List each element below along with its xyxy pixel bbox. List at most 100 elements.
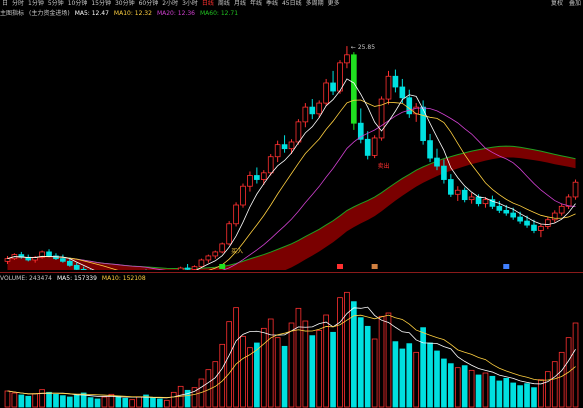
period-tab[interactable]: 更多	[326, 0, 342, 8]
candle-body	[572, 181, 579, 198]
candle-body	[385, 75, 392, 100]
volume-value: VOLUME: 243474	[0, 275, 52, 282]
candle-body	[434, 157, 440, 167]
volume-bar	[170, 391, 177, 408]
buy-signal-label: 买入	[231, 247, 243, 255]
volume-bar	[475, 374, 482, 408]
period-tab[interactable]: 45日线	[280, 0, 304, 8]
volume-bar	[406, 343, 413, 408]
candle-body	[205, 255, 212, 261]
volume-bar	[344, 291, 350, 408]
overlay-button[interactable]: 叠加	[569, 0, 581, 8]
candle-body	[254, 175, 260, 180]
period-tab[interactable]: 5分钟	[46, 0, 66, 8]
volume-bar	[11, 392, 18, 408]
candle-body	[212, 251, 219, 257]
volume-bar	[73, 394, 80, 408]
volume-bar	[524, 383, 530, 408]
fuquan-button[interactable]: 复权	[551, 0, 563, 8]
volume-bar	[150, 397, 156, 408]
volume-bar	[454, 367, 461, 408]
panel-divider	[0, 272, 583, 273]
volume-bar	[399, 348, 406, 408]
period-tab[interactable]: 周线	[216, 0, 232, 8]
volume-bar	[427, 342, 433, 408]
candle-body	[531, 224, 537, 231]
candle-body	[448, 179, 454, 195]
candle-body	[475, 196, 482, 205]
candle-body	[364, 138, 371, 156]
candle-body	[538, 226, 544, 231]
volume-bar	[87, 397, 94, 408]
ma20-value: MA20: 12.36	[156, 10, 195, 17]
volume-bar	[240, 335, 246, 408]
volume-bar	[101, 396, 108, 408]
candle-body	[517, 216, 523, 222]
candle-body	[177, 267, 184, 270]
volume-bar	[115, 395, 122, 408]
volume-bar	[309, 335, 316, 408]
candle-body	[392, 75, 399, 88]
volume-bar	[351, 301, 357, 408]
candle-body	[4, 258, 11, 262]
price-chart[interactable]: ← 25.85← 11.52买入卖出	[0, 18, 583, 270]
volume-bar	[489, 375, 496, 408]
volume-bar	[510, 382, 517, 408]
ma10-value: MA10: 12.32	[113, 10, 152, 17]
event-marker	[336, 264, 343, 269]
candle-body	[267, 156, 274, 174]
volume-bar	[254, 342, 260, 408]
candle-body	[240, 185, 246, 206]
volume-bar	[468, 369, 475, 408]
candle-body	[551, 212, 558, 221]
period-tab[interactable]: 3小时	[180, 0, 200, 8]
volume-chart[interactable]	[0, 283, 583, 408]
volume-bar	[461, 365, 468, 408]
volume-bar	[219, 343, 226, 408]
volume-bar	[572, 322, 579, 408]
candle-body	[406, 97, 413, 115]
volume-bar	[247, 347, 253, 408]
candle-body	[66, 260, 73, 266]
event-marker	[371, 264, 378, 269]
volume-bar	[94, 398, 101, 408]
candle-body	[309, 106, 316, 115]
period-tab[interactable]: 15分钟	[89, 0, 113, 8]
candle-body	[281, 144, 288, 150]
period-tab[interactable]: 年线	[248, 0, 264, 8]
period-tab[interactable]: 分时	[10, 0, 26, 8]
period-tab[interactable]: 10分钟	[66, 0, 90, 8]
volume-bar	[163, 399, 170, 408]
indicator-title[interactable]: 主图指标	[0, 9, 24, 18]
candle-body	[226, 223, 232, 245]
period-tab[interactable]: 季线	[264, 0, 280, 8]
main-legend: 主图指标 (主力资金进场) MA5: 12.47 MA10: 12.32 MA2…	[0, 9, 238, 18]
volume-bar	[337, 297, 343, 408]
period-tab[interactable]: 60分钟	[137, 0, 161, 8]
period-tab[interactable]: 月线	[232, 0, 248, 8]
candle-body	[288, 141, 295, 150]
candle-body	[399, 86, 406, 99]
candle-body	[60, 258, 66, 262]
volume-bar	[545, 371, 551, 408]
period-tab[interactable]: 多周期	[304, 0, 326, 8]
period-tab[interactable]: 2小时	[160, 0, 180, 8]
sell-signal-label: 卖出	[378, 162, 390, 170]
event-marker	[219, 264, 226, 269]
period-tab[interactable]: 1分钟	[26, 0, 46, 8]
volume-bar	[267, 318, 274, 408]
candle-body	[461, 189, 468, 201]
period-tab[interactable]: 日线	[200, 0, 216, 8]
candle-body	[337, 62, 343, 92]
volume-bar	[274, 337, 281, 408]
period-tab[interactable]: 30分钟	[113, 0, 137, 8]
volume-bar	[212, 361, 219, 408]
candle-body	[274, 144, 281, 158]
period-tab[interactable]: 日	[0, 0, 10, 8]
candle-body	[191, 266, 198, 270]
indicator-name: (主力资金进场)	[29, 10, 70, 17]
ma60-value: MA60: 12.71	[199, 10, 239, 17]
volume-bar	[288, 322, 295, 408]
candle-body	[302, 106, 309, 123]
candle-body	[323, 82, 329, 104]
